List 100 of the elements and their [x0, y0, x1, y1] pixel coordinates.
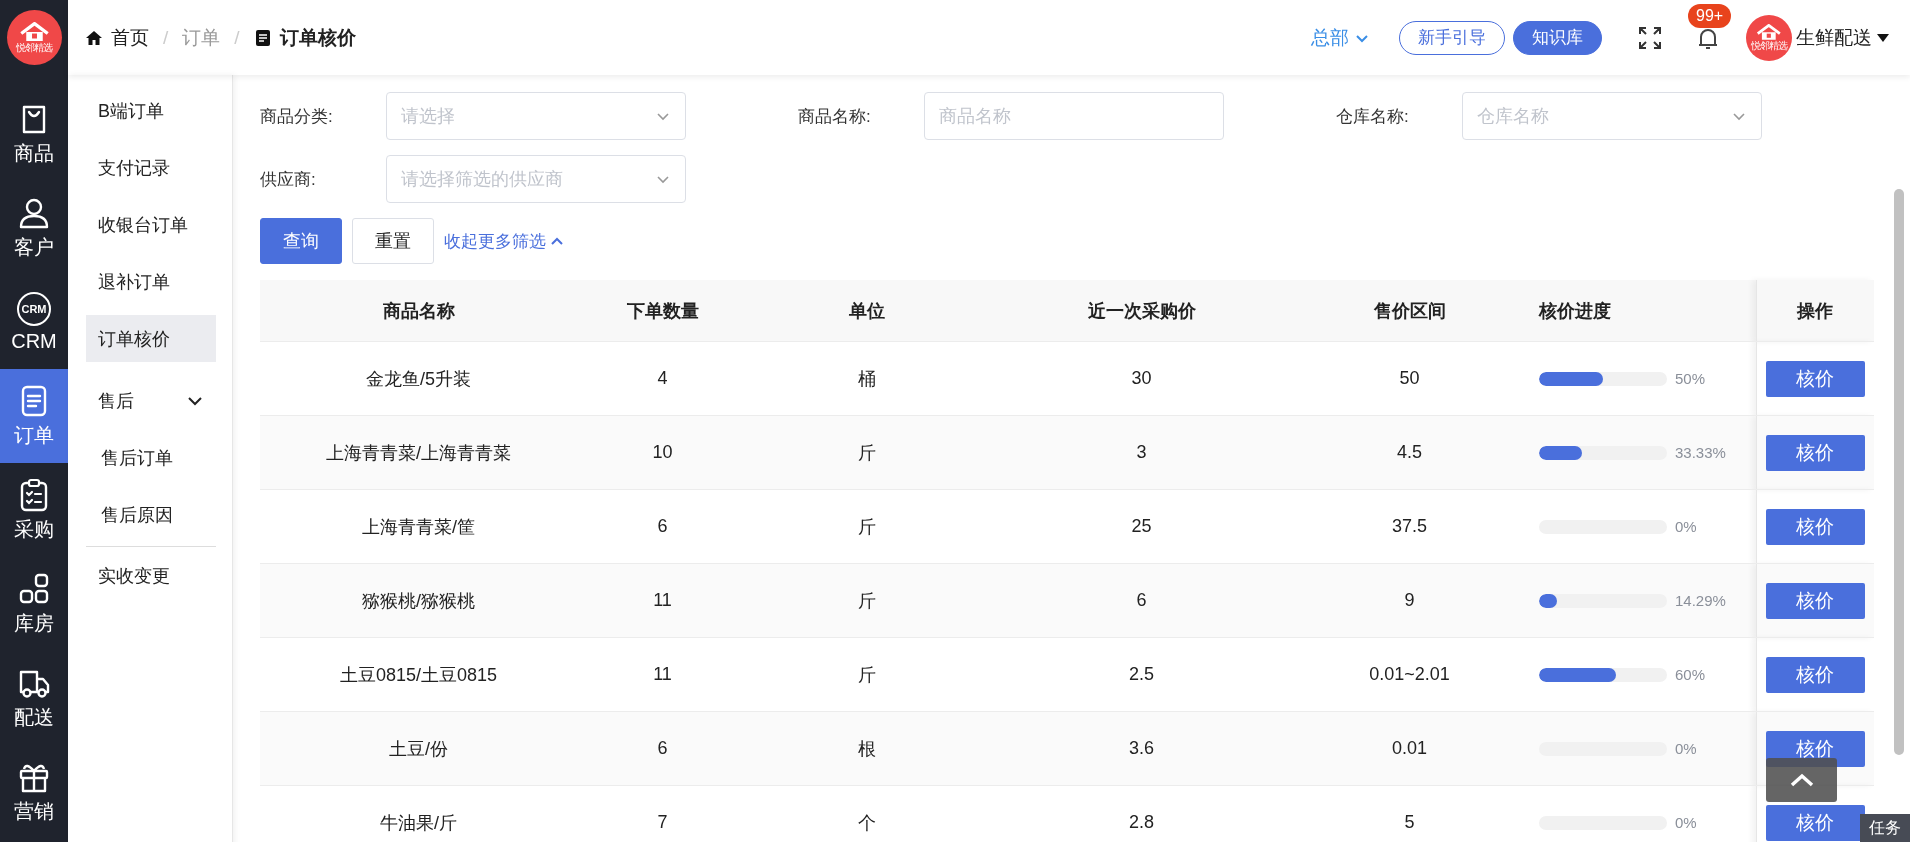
submenu-item[interactable]: 售后订单: [86, 434, 216, 481]
table-cell: 11: [653, 590, 672, 610]
column-header: 单位: [849, 300, 885, 321]
filter-label: 商品名称:: [798, 105, 872, 128]
nav-item[interactable]: 采购: [0, 463, 68, 557]
table-cell: 6: [1136, 590, 1147, 610]
avatar: 悦邻精选: [1746, 14, 1792, 61]
submenu-item[interactable]: 收银台订单: [86, 201, 216, 248]
document-icon: [253, 28, 272, 47]
progress-reading: 0%: [1675, 740, 1697, 757]
table-cell: 上海青青菜/筐: [362, 516, 475, 537]
filter-label: 商品分类:: [260, 105, 334, 128]
scrollbar-thumb[interactable]: [1894, 189, 1904, 755]
query-button[interactable]: 查询: [260, 218, 342, 264]
submenu-item[interactable]: 实收变更: [86, 552, 216, 599]
table-cell: 0.01~2.01: [1369, 664, 1450, 684]
submenu-group[interactable]: 售后: [86, 377, 216, 424]
back-to-top-button[interactable]: [1766, 758, 1837, 802]
table-cell: 50: [1399, 368, 1420, 388]
table-cell: 上海青青菜/上海青青菜: [326, 442, 511, 463]
submenu-item[interactable]: B端订单: [86, 87, 216, 134]
progress-reading: 60%: [1675, 666, 1706, 683]
submenu-item[interactable]: 订单核价: [86, 315, 216, 362]
progress-reading: 14.29%: [1675, 592, 1726, 609]
table-cell: 桶: [858, 368, 876, 389]
nav-item[interactable]: 订单: [0, 369, 68, 463]
notification-badge: 99+: [1688, 3, 1732, 28]
chevron-up-icon: [1788, 772, 1815, 788]
table-cell: 6: [657, 738, 668, 758]
breadcrumb-home[interactable]: 首页: [85, 24, 149, 51]
table-cell: 5: [1404, 812, 1415, 832]
table-cell: 3.6: [1129, 738, 1154, 758]
table-cell: 个: [858, 812, 876, 833]
nav-item[interactable]: 库房: [0, 557, 68, 651]
table-cell: 根: [858, 738, 876, 759]
verify-price-button[interactable]: 核价: [1765, 434, 1865, 471]
table-cell: 6: [657, 516, 668, 536]
column-header: 商品名称: [382, 300, 455, 321]
column-header: 售价区间: [1373, 300, 1446, 321]
table-cell: 0.01: [1391, 738, 1427, 758]
column-header: 操作: [1797, 300, 1834, 321]
table-cell: 30: [1131, 368, 1152, 388]
fullscreen-icon[interactable]: [1638, 25, 1662, 50]
submenu-item[interactable]: 退补订单: [86, 258, 216, 305]
collapse-filters-link[interactable]: 收起更多筛选: [444, 229, 564, 253]
column-header: 近一次采购价: [1087, 300, 1196, 321]
table-cell: 斤: [858, 442, 876, 463]
table-cell: 25: [1131, 516, 1152, 536]
table-cell: 10: [652, 442, 673, 462]
knowledge-base-button[interactable]: 知识库: [1513, 20, 1602, 55]
verify-price-button[interactable]: 核价: [1765, 804, 1865, 841]
nav-item[interactable]: 商品: [0, 87, 68, 181]
table-cell: 3: [1136, 442, 1147, 462]
org-dropdown[interactable]: 总部: [1311, 24, 1369, 51]
table-cell: 2.5: [1129, 664, 1154, 684]
breadcrumb-separator: /: [234, 26, 240, 49]
submenu-item[interactable]: 售后原因: [86, 491, 216, 538]
table-cell: 7: [657, 812, 668, 832]
user-name[interactable]: 生鲜配送: [1796, 24, 1872, 51]
breadcrumb-current: 订单核价: [253, 24, 356, 51]
nav-item[interactable]: 配送: [0, 651, 68, 745]
table-cell: 斤: [858, 516, 876, 537]
table-cell: 斤: [858, 664, 876, 685]
caret-icon[interactable]: [1876, 32, 1890, 43]
table-cell: 11: [653, 664, 672, 684]
verify-price-button[interactable]: 核价: [1765, 508, 1865, 545]
task-tab[interactable]: 任务: [1860, 814, 1910, 842]
column-header: 下单数量: [626, 300, 699, 321]
table-cell: 4: [657, 368, 668, 388]
crm-icon: CRM: [17, 291, 51, 326]
progress-reading: 50%: [1675, 370, 1706, 387]
filter-label: 仓库名称:: [1336, 105, 1410, 128]
table-cell: 土豆0815/土豆0815: [339, 664, 498, 685]
table-cell: 2.8: [1129, 812, 1154, 832]
nav-item[interactable]: CRM CRM: [0, 275, 68, 369]
table-cell: 猕猴桃/猕猴桃: [362, 590, 475, 611]
nav-item[interactable]: 营销: [0, 745, 68, 839]
table-cell: 牛油果/斤: [380, 812, 457, 833]
progress-reading: 33.33%: [1675, 444, 1726, 461]
reset-button[interactable]: 重置: [352, 218, 434, 264]
progress-reading: 0%: [1675, 518, 1697, 535]
verify-price-button[interactable]: 核价: [1765, 360, 1865, 397]
table-cell: 4.5: [1397, 442, 1422, 462]
progress-reading: 0%: [1675, 814, 1697, 831]
guide-button[interactable]: 新手引导: [1399, 20, 1505, 55]
table-cell: 斤: [858, 590, 876, 611]
verify-price-button[interactable]: 核价: [1765, 656, 1865, 693]
table-cell: 9: [1404, 590, 1415, 610]
logo: 悦邻精选: [6, 10, 62, 65]
verify-price-button[interactable]: 核价: [1765, 582, 1865, 619]
filter-label: 供应商:: [260, 168, 317, 191]
submenu-item[interactable]: 支付记录: [86, 144, 216, 191]
input-field[interactable]: 商品名称: [924, 92, 1224, 140]
table-cell: 37.5: [1391, 516, 1427, 536]
breadcrumb-separator: /: [163, 26, 169, 49]
column-header: 核价进度: [1539, 300, 1611, 321]
grid-icon: [17, 571, 51, 606]
table-cell: 土豆/份: [389, 738, 448, 759]
table-cell: 金龙鱼/5升装: [366, 368, 471, 389]
nav-item[interactable]: 客户: [0, 181, 68, 275]
